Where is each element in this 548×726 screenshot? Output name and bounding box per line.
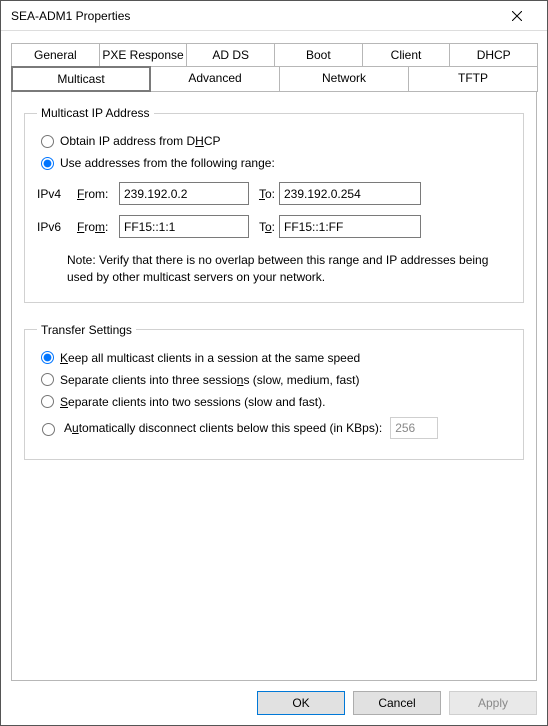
- radio-auto-disconnect[interactable]: [42, 423, 55, 436]
- ipv6-to-label: To:: [249, 220, 279, 234]
- ipv4-to-input[interactable]: [279, 182, 421, 205]
- cancel-button[interactable]: Cancel: [353, 691, 441, 715]
- radio-use-range-label: Use addresses from the following range:: [60, 156, 275, 170]
- tab-pxe-response[interactable]: PXE Response: [99, 43, 188, 67]
- multicast-ip-group: Multicast IP Address Obtain IP address f…: [24, 106, 524, 303]
- tab-ad-ds[interactable]: AD DS: [186, 43, 275, 67]
- radio-two-sessions[interactable]: [41, 395, 54, 408]
- tab-dhcp[interactable]: DHCP: [449, 43, 538, 67]
- tab-advanced[interactable]: Advanced: [150, 66, 280, 92]
- apply-button: Apply: [449, 691, 537, 715]
- ipv4-from-input[interactable]: [119, 182, 249, 205]
- radio-two-sessions-label: Separate clients into two sessions (slow…: [60, 395, 325, 409]
- ipv4-label: IPv4: [37, 187, 77, 201]
- tab-network[interactable]: Network: [279, 66, 409, 92]
- transfer-settings-legend: Transfer Settings: [37, 323, 136, 337]
- close-button[interactable]: [497, 2, 537, 30]
- tabstrip: General PXE Response AD DS Boot Client D…: [11, 43, 537, 91]
- tab-general[interactable]: General: [11, 43, 100, 67]
- radio-keep-same-speed[interactable]: [41, 351, 54, 364]
- radio-use-range[interactable]: [41, 157, 54, 170]
- tab-tftp[interactable]: TFTP: [408, 66, 538, 92]
- overlap-note: Note: Verify that there is no overlap be…: [67, 252, 507, 286]
- ipv4-to-label: To:: [249, 187, 279, 201]
- radio-keep-same-speed-label: Keep all multicast clients in a session …: [60, 351, 360, 365]
- radio-auto-disconnect-label: Automatically disconnect clients below t…: [64, 421, 382, 435]
- ipv6-label: IPv6: [37, 220, 77, 234]
- titlebar: SEA-ADM1 Properties: [1, 1, 547, 31]
- dialog-buttonbar: OK Cancel Apply: [1, 681, 547, 725]
- window-title: SEA-ADM1 Properties: [11, 9, 497, 23]
- multicast-ip-legend: Multicast IP Address: [37, 106, 154, 120]
- tab-client[interactable]: Client: [362, 43, 451, 67]
- ok-button[interactable]: OK: [257, 691, 345, 715]
- ipv4-from-label: From:: [77, 187, 119, 201]
- tab-multicast[interactable]: Multicast: [11, 66, 151, 92]
- radio-three-sessions[interactable]: [41, 373, 54, 386]
- ipv6-to-input[interactable]: [279, 215, 421, 238]
- ipv6-from-input[interactable]: [119, 215, 249, 238]
- radio-obtain-dhcp-label: Obtain IP address from DHCP: [60, 134, 221, 148]
- transfer-settings-group: Transfer Settings Keep all multicast cli…: [24, 323, 524, 460]
- kbps-input: [390, 417, 438, 439]
- tab-boot[interactable]: Boot: [274, 43, 363, 67]
- radio-three-sessions-label: Separate clients into three sessions (sl…: [60, 373, 359, 387]
- radio-obtain-dhcp[interactable]: [41, 135, 54, 148]
- close-icon: [512, 11, 522, 21]
- ipv6-from-label: From:: [77, 220, 119, 234]
- tab-content: Multicast IP Address Obtain IP address f…: [11, 91, 537, 681]
